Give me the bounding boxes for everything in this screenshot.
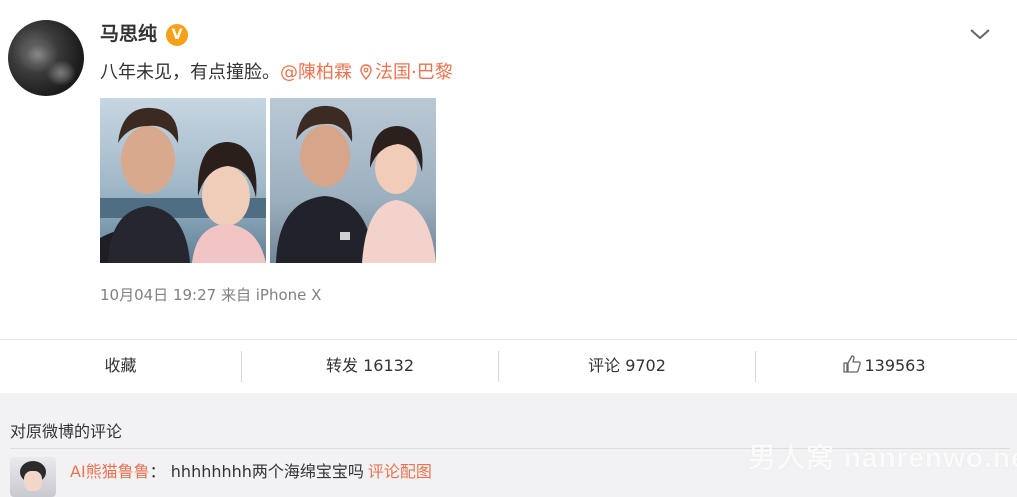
repost-count: 16132 <box>363 356 414 375</box>
like-button[interactable]: 139563 <box>756 340 1012 394</box>
chevron-down-icon[interactable] <box>968 24 992 44</box>
post-photo[interactable] <box>100 98 266 263</box>
comment-separator: ： <box>149 462 166 481</box>
post-meta: 10月04日 19:27 来自 iPhone X <box>100 284 321 306</box>
post-text-line: 八年未见，有点撞脸。@陳柏霖 法国·巴黎 <box>100 60 453 86</box>
action-bar: 收藏 转发 16132 评论 9702 139563 <box>0 339 1017 393</box>
comment-label: 评论 <box>588 356 621 375</box>
comments-title: 对原微博的评论 <box>10 422 123 441</box>
post-photo[interactable] <box>270 98 436 263</box>
like-count: 139563 <box>864 356 926 375</box>
comment-picture-link[interactable]: 评论配图 <box>368 462 432 481</box>
source-prefix: 来自 <box>220 286 251 304</box>
location-label: 法国·巴黎 <box>375 62 453 83</box>
post-timestamp[interactable]: 10月04日 19:27 <box>100 286 216 304</box>
post-source: iPhone X <box>255 286 322 304</box>
comment-username[interactable]: AI熊猫鲁鲁 <box>70 462 150 481</box>
watermark: 男人窝 nanrenwo.net <box>748 442 1017 473</box>
favorite-label: 收藏 <box>104 356 137 375</box>
location-link[interactable]: 法国·巴黎 <box>360 62 453 83</box>
comment-count: 9702 <box>625 356 666 375</box>
comments-section: 对原微博的评论 AI熊猫鲁鲁： hhhhhhhh两个海绵宝宝吗 评论配图 男人窝 … <box>0 393 1017 497</box>
repost-button[interactable]: 转发 16132 <box>242 340 498 394</box>
thumbs-up-icon <box>843 355 862 373</box>
comment-text: hhhhhhhh两个海绵宝宝吗 <box>170 462 364 481</box>
post-username[interactable]: 马思纯 <box>100 22 157 46</box>
post-text: 八年未见，有点撞脸。 <box>100 62 280 83</box>
weibo-post-card: 马思纯 V 八年未见，有点撞脸。@陳柏霖 法国·巴黎 10月04日 19:27 … <box>0 0 1017 339</box>
user-avatar[interactable] <box>8 20 84 96</box>
location-pin-icon <box>360 64 372 80</box>
repost-label: 转发 <box>325 356 358 375</box>
verified-v-icon: V <box>166 24 188 46</box>
comment-button[interactable]: 评论 9702 <box>499 340 755 394</box>
mention-link[interactable]: @陳柏霖 <box>280 62 352 83</box>
comment-item: AI熊猫鲁鲁： hhhhhhhh两个海绵宝宝吗 评论配图 <box>70 461 432 483</box>
comment-avatar[interactable] <box>10 457 56 497</box>
favorite-button[interactable]: 收藏 <box>0 340 241 394</box>
